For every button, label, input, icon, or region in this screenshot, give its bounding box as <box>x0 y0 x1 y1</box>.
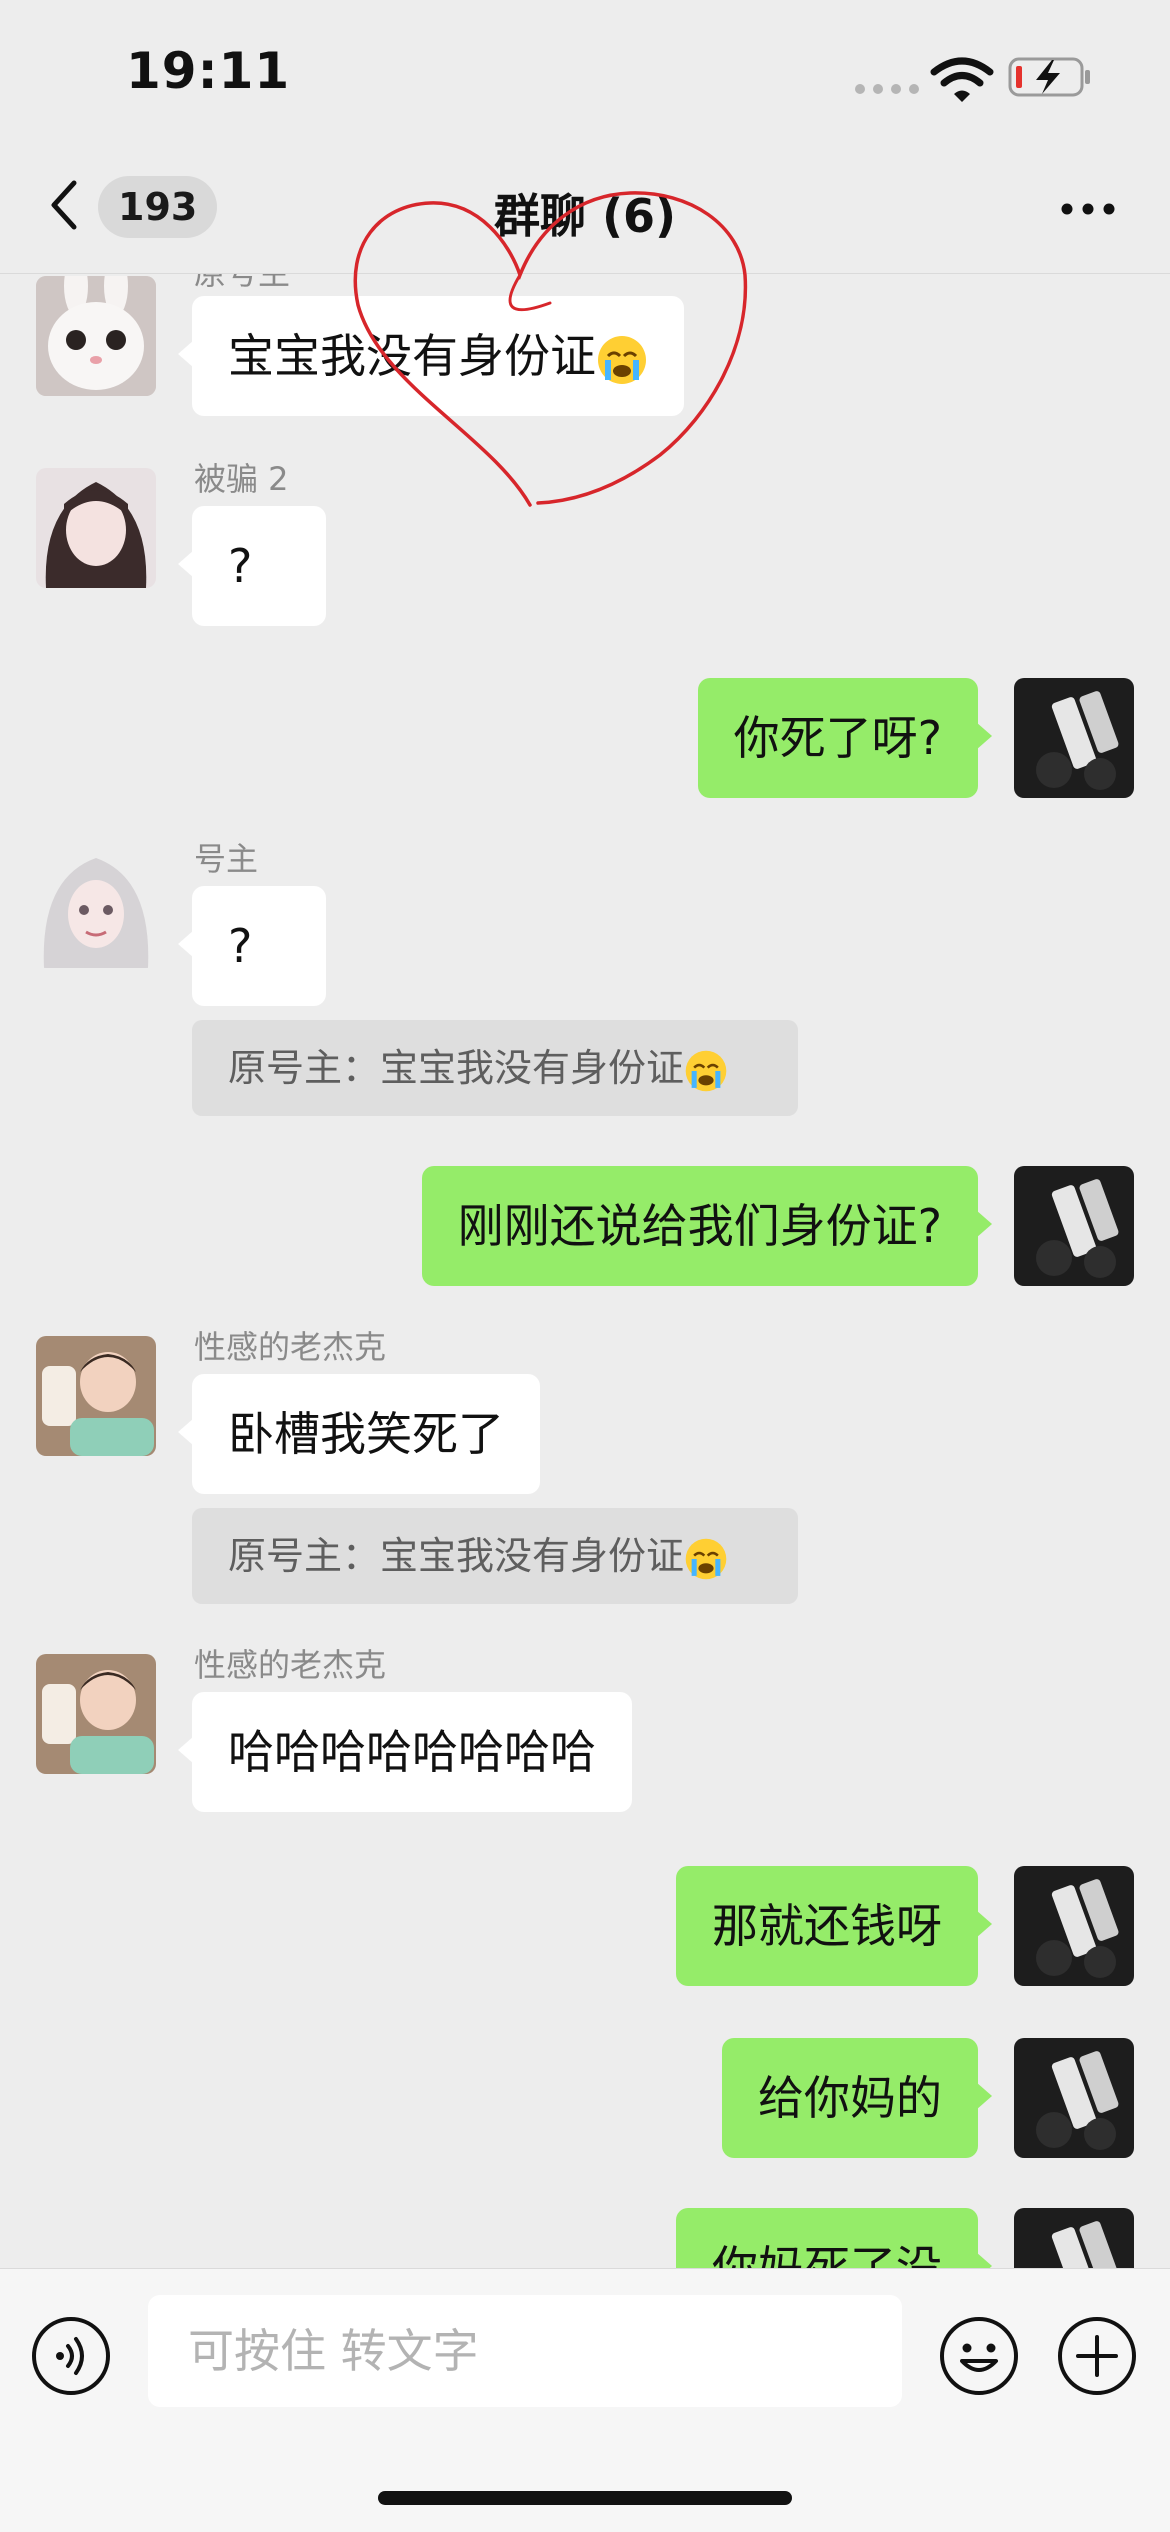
baby-avatar-image <box>36 1654 156 1774</box>
avatar[interactable] <box>36 468 156 588</box>
message-text: 卧槽我笑死了 <box>228 1407 504 1461</box>
my-avatar[interactable] <box>1014 1166 1134 1286</box>
chat-title: 群聊 (6) <box>493 189 677 243</box>
message-input[interactable] <box>148 2295 902 2407</box>
avatar[interactable] <box>36 848 156 968</box>
message-bubble-outgoing[interactable]: 你妈死了没 <box>676 2208 992 2268</box>
my-avatar[interactable] <box>1014 2208 1134 2268</box>
my-avatar[interactable] <box>1014 678 1134 798</box>
sender-name: 号主 <box>194 840 259 878</box>
sender-name: 被骗 2 <box>194 460 289 498</box>
bunny-avatar-image <box>36 276 156 396</box>
chat-header: 193 群聊 (6) <box>0 150 1170 274</box>
message-text: 给你妈的 <box>758 2071 942 2125</box>
message-text: 你妈死了没 <box>712 2241 942 2268</box>
status-time: 19:11 <box>126 42 291 100</box>
crying-emoji-icon <box>598 335 646 384</box>
quoted-text: 原号主：宝宝我没有身份证 <box>228 1046 685 1090</box>
message-text: ? <box>228 919 253 973</box>
message-bubble[interactable]: ? <box>178 886 326 1006</box>
camera-rig-avatar-image <box>1014 2208 1134 2268</box>
my-avatar[interactable] <box>1014 2038 1134 2158</box>
message-bubble-outgoing[interactable]: 你死了呀? <box>697 678 993 798</box>
sender-name: 性感的老杰克 <box>194 1328 387 1366</box>
avatar[interactable] <box>36 1336 156 1456</box>
silver-hair-avatar-image <box>36 848 156 968</box>
crying-emoji-icon <box>685 1538 727 1579</box>
message-bubble-outgoing[interactable]: 给你妈的 <box>722 2038 992 2158</box>
crying-emoji-icon <box>685 1050 727 1091</box>
message-list[interactable]: 原号主 宝宝我没有身份证 被骗 2 <box>0 274 1170 2268</box>
more-options-icon[interactable] <box>1060 202 1116 216</box>
status-bar: 19:11 <box>0 0 1170 150</box>
avatar[interactable] <box>36 1654 156 1774</box>
message-input-field[interactable] <box>148 2295 902 2407</box>
sender-name: 性感的老杰克 <box>194 1646 387 1684</box>
input-bar <box>0 2268 1170 2532</box>
message-bubble[interactable]: ? <box>178 506 326 626</box>
home-indicator[interactable] <box>378 2491 792 2505</box>
message-bubble[interactable]: 宝宝我没有身份证 <box>178 296 684 416</box>
avatar[interactable] <box>36 276 156 396</box>
wifi-icon <box>930 57 994 102</box>
message-bubble[interactable]: 哈哈哈哈哈哈哈哈 <box>178 1692 632 1812</box>
more-features-plus-icon[interactable] <box>1056 2315 1138 2397</box>
message-text: 哈哈哈哈哈哈哈哈 <box>228 1725 596 1779</box>
message-bubble[interactable]: 卧槽我笑死了 <box>178 1374 540 1494</box>
sender-name: 原号主 <box>194 274 290 294</box>
message-bubble-outgoing[interactable]: 刚刚还说给我们身份证? <box>421 1166 993 1286</box>
quoted-reply[interactable]: 原号主：宝宝我没有身份证 <box>192 1508 798 1604</box>
baby-avatar-image <box>36 1336 156 1456</box>
girl-avatar-image <box>36 468 156 588</box>
cellular-signal-icon <box>855 84 919 94</box>
message-text: ? <box>228 539 253 593</box>
message-text: 你死了呀? <box>733 711 942 765</box>
emoji-picker-icon[interactable] <box>938 2315 1020 2397</box>
message-text: 宝宝我没有身份证 <box>228 329 596 383</box>
quoted-reply[interactable]: 原号主：宝宝我没有身份证 <box>192 1020 798 1116</box>
camera-rig-avatar-image <box>1014 1166 1134 1286</box>
camera-rig-avatar-image <box>1014 678 1134 798</box>
quoted-text: 原号主：宝宝我没有身份证 <box>228 1534 685 1578</box>
chat-screen: 19:11 193 群聊 (6) 原号主 <box>0 0 1170 2532</box>
message-text: 刚刚还说给我们身份证? <box>457 1199 942 1253</box>
camera-rig-avatar-image <box>1014 1866 1134 1986</box>
camera-rig-avatar-image <box>1014 2038 1134 2158</box>
voice-input-icon[interactable] <box>30 2315 112 2397</box>
message-text: 那就还钱呀 <box>712 1899 942 1953</box>
my-avatar[interactable] <box>1014 1866 1134 1986</box>
battery-charging-icon <box>1008 57 1090 97</box>
message-bubble-outgoing[interactable]: 那就还钱呀 <box>676 1866 992 1986</box>
